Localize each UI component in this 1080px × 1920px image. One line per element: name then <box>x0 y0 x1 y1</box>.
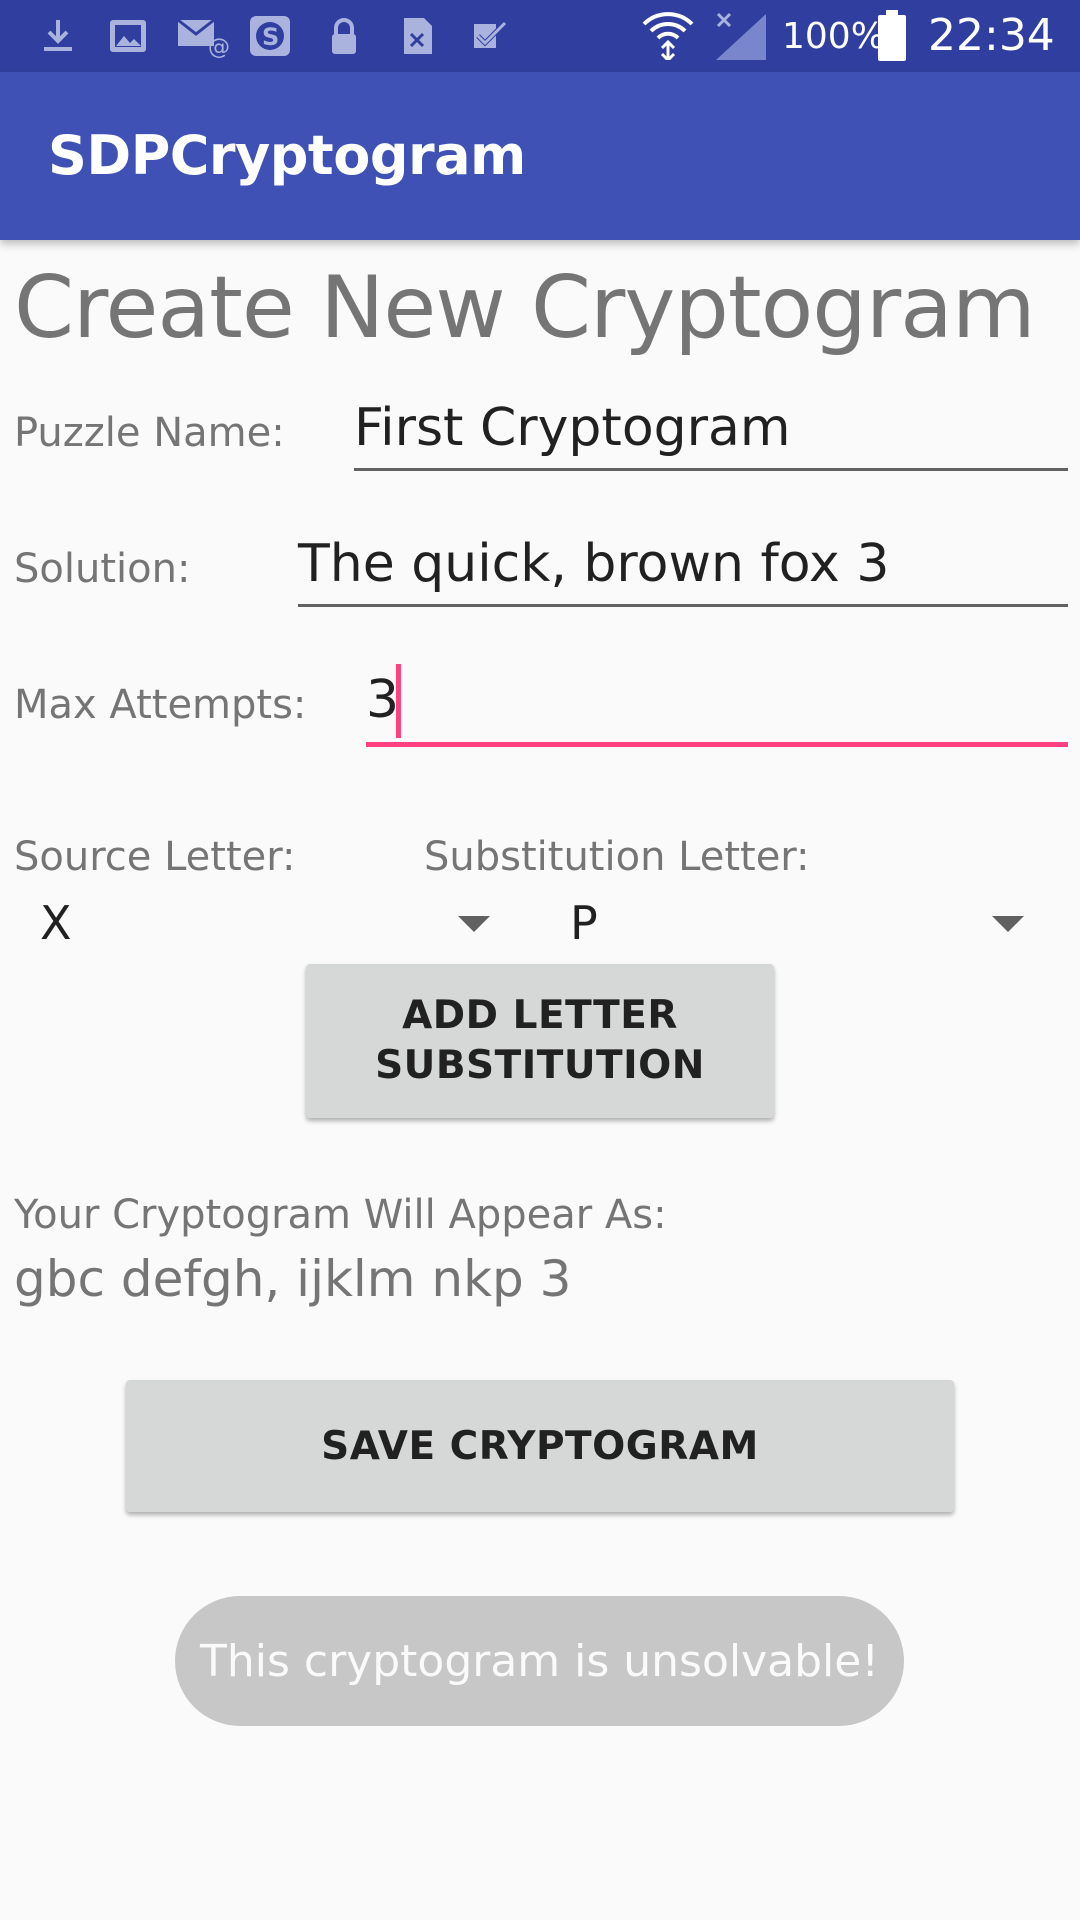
preview-value: gbc defgh, ijklm nkp 3 <box>14 1250 572 1308</box>
lock-icon <box>332 18 356 54</box>
clock: 22:34 <box>928 10 1055 61</box>
source-letter-label: Source Letter: <box>14 834 296 880</box>
substitution-letter-spinner[interactable]: P <box>540 890 1040 960</box>
puzzle-name-label: Puzzle Name: <box>14 410 285 456</box>
text-cursor <box>396 664 401 738</box>
preview-label: Your Cryptogram Will Appear As: <box>14 1192 667 1238</box>
checkbox-icon <box>474 21 507 48</box>
svg-text:@: @ <box>208 35 230 58</box>
substitution-letter-label: Substitution Letter: <box>424 834 810 880</box>
image-icon <box>110 20 146 52</box>
max-attempts-underline <box>366 742 1068 747</box>
toast-message: This cryptogram is unsolvable! <box>175 1596 904 1726</box>
dollar-app-icon: S <box>250 16 290 56</box>
svg-text:S: S <box>262 23 279 51</box>
puzzle-name-input[interactable]: First Cryptogram <box>354 398 791 458</box>
save-cryptogram-button[interactable]: SAVE CRYPTOGRAM <box>126 1380 954 1512</box>
status-bar: @ S 100% 22:34 <box>0 0 1080 72</box>
puzzle-name-underline <box>354 468 1068 471</box>
no-signal-icon <box>716 12 766 60</box>
max-attempts-input[interactable]: 3 <box>366 670 399 730</box>
solution-input[interactable]: The quick, brown fox 3 <box>298 534 889 594</box>
add-letter-substitution-button[interactable]: ADD LETTER SUBSTITUTION <box>306 964 774 1118</box>
file-x-icon <box>404 18 432 54</box>
app-bar: SDPCryptogram <box>0 72 1080 240</box>
solution-label: Solution: <box>14 546 191 592</box>
substitution-letter-value: P <box>570 896 598 950</box>
source-letter-spinner[interactable]: X <box>14 890 504 960</box>
wifi-icon <box>642 12 694 60</box>
dropdown-arrow-icon <box>458 916 490 932</box>
battery-icon <box>878 10 906 61</box>
solution-underline <box>298 604 1068 607</box>
email-icon: @ <box>177 18 230 58</box>
source-letter-value: X <box>40 896 72 950</box>
app-title: SDPCryptogram <box>48 124 526 187</box>
battery-percent: 100% <box>782 16 885 57</box>
dropdown-arrow-icon <box>992 916 1024 932</box>
download-icon <box>44 20 72 51</box>
max-attempts-label: Max Attempts: <box>14 682 307 728</box>
page-title: Create New Cryptogram <box>14 258 1036 358</box>
